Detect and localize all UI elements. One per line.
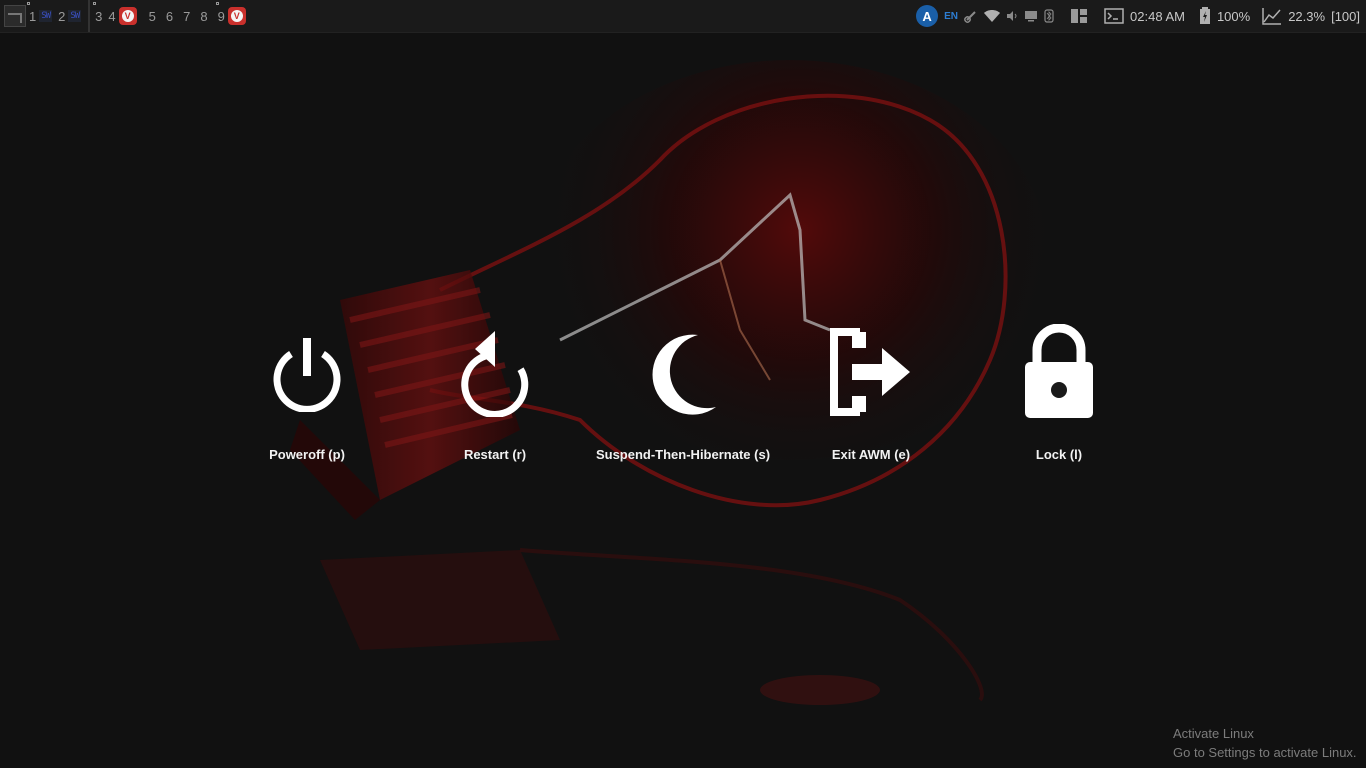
lock-button[interactable]: Lock (l) [964,322,1154,472]
option-label: Lock (l) [1035,447,1083,462]
power-menu: Poweroff (p) Restart (r) Suspend-Then-Hi… [0,0,1366,768]
poweroff-button[interactable]: Poweroff (p) [212,322,402,472]
exit-icon [830,328,910,416]
option-label: Poweroff (p) [269,447,345,462]
suspend-button[interactable]: Suspend-Then-Hibernate (s) [588,322,778,472]
option-label: Restart (r) [463,447,527,462]
option-label: Suspend-Then-Hibernate (s) [595,447,771,462]
option-label: Exit AWM (e) [831,447,911,462]
exit-awm-button[interactable]: Exit AWM (e) [776,322,966,472]
watermark-title: Activate Linux [1173,726,1254,741]
power-icon [273,338,341,412]
lock-icon [1025,324,1093,418]
moon-icon [652,334,716,415]
activation-watermark: Activate Linux Go to Settings to activat… [1173,724,1357,762]
watermark-subtitle: Go to Settings to activate Linux. [1173,745,1357,760]
restart-button[interactable]: Restart (r) [400,322,590,472]
restart-icon [461,331,529,417]
